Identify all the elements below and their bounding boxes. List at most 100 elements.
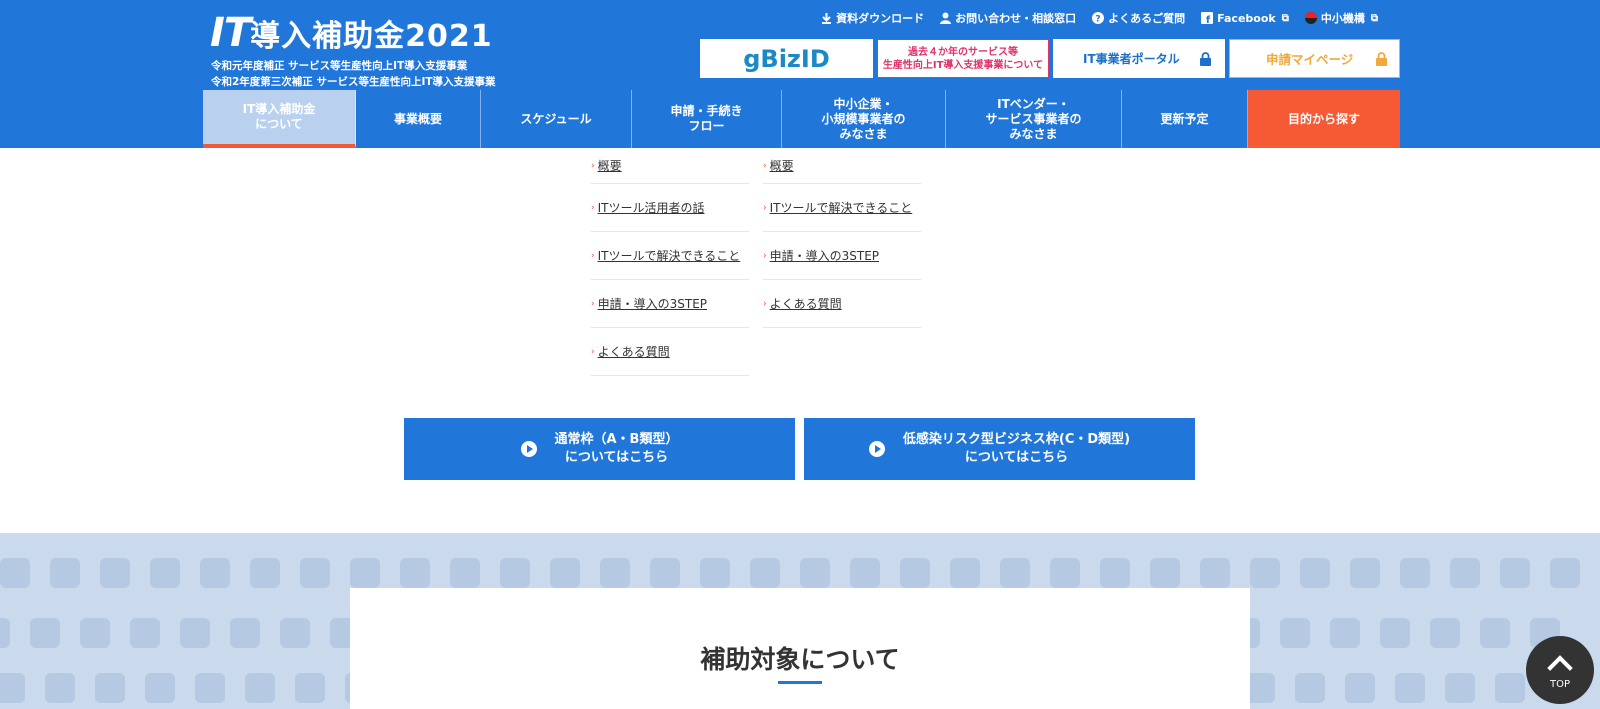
facebook-link[interactable]: f Facebook ⧉: [1201, 10, 1289, 26]
arrow-icon: ›: [591, 202, 595, 213]
past-banner-line1: 過去４か年のサービス等: [908, 46, 1018, 58]
nav-item-search-by-purpose[interactable]: 目的から探す: [1248, 90, 1400, 148]
title-underline: [778, 681, 822, 684]
arrow-icon: ›: [591, 250, 595, 261]
submenu-column-right: › 概要 › ITツールで解決できること › 申請・導入の3STEP › よくある質問: [763, 148, 921, 328]
pattern-tile-icon: [1100, 558, 1130, 588]
section-title: 補助対象について: [700, 645, 900, 674]
pattern-tile-icon: [50, 558, 80, 588]
pattern-tile-icon: [950, 558, 980, 588]
site-header: IT導入補助金2021 令和元年度補正 サービス等生産性向上IT導入支援事業 令…: [0, 0, 1600, 148]
pattern-tile-icon: [1350, 558, 1380, 588]
subsidy-target-section: 補助対象について: [350, 588, 1250, 709]
main-nav: IT導入補助金 について 事業概要 スケジュール 申請・手続き フロー 中小企業…: [203, 90, 1400, 148]
pattern-tile-icon: [195, 673, 225, 703]
past-projects-banner[interactable]: 過去４か年のサービス等 生産性向上IT導入支援事業について: [877, 39, 1049, 78]
pattern-tile-icon: [1450, 558, 1480, 588]
pattern-tile-icon: [1330, 618, 1360, 648]
play-circle-icon: [520, 441, 537, 457]
arrow-icon: ›: [591, 160, 595, 171]
nav-item-schedule[interactable]: スケジュール: [481, 90, 632, 148]
submenu-item[interactable]: › よくある質問: [591, 328, 749, 376]
lock-icon: [1376, 51, 1387, 66]
submenu-item[interactable]: › 申請・導入の3STEP: [763, 232, 921, 280]
external-link-icon: ⧉: [1370, 12, 1378, 24]
nav-item-overview[interactable]: 事業概要: [356, 90, 481, 148]
normal-frame-button-text: 通常枠（A・B類型） についてはこちら: [554, 432, 679, 465]
contact-link[interactable]: お問い合わせ・相談窓口: [940, 10, 1076, 26]
pattern-tile-icon: [150, 558, 180, 588]
low-risk-frame-button[interactable]: 低感染リスク型ビジネス枠(C・D類型) についてはこちら: [804, 418, 1195, 480]
pattern-tile-icon: [180, 618, 210, 648]
mypage-label: 申請マイページ: [1266, 52, 1354, 67]
pattern-tile-icon: [550, 558, 580, 588]
pattern-tile-icon: [900, 558, 930, 588]
pattern-tile-icon: [1300, 558, 1330, 588]
person-icon: [940, 12, 952, 24]
nav-item-application-flow[interactable]: 申請・手続き フロー: [632, 90, 782, 148]
nav-item-it-vendor[interactable]: ITベンダー・ サービス事業者の みなさま: [946, 90, 1122, 148]
pattern-tile-icon: [30, 618, 60, 648]
pattern-tile-icon: [450, 558, 480, 588]
vendor-portal-banner[interactable]: IT事業者ポータル: [1053, 39, 1225, 78]
application-mypage-banner[interactable]: 申請マイページ: [1229, 39, 1400, 78]
pattern-tile-icon: [0, 618, 10, 648]
submenu-item[interactable]: › 概要: [591, 148, 749, 184]
pattern-tile-icon: [1050, 558, 1080, 588]
pattern-tile-icon: [300, 558, 330, 588]
pattern-tile-icon: [230, 618, 260, 648]
pattern-tile-icon: [600, 558, 630, 588]
svg-text:f: f: [1206, 15, 1211, 24]
pattern-tile-icon: [1000, 558, 1030, 588]
faq-link[interactable]: ? よくあるご質問: [1092, 10, 1185, 26]
submenu-item[interactable]: › ITツール活用者の話: [591, 184, 749, 232]
pattern-tile-icon: [1430, 618, 1460, 648]
pattern-tile-icon: [0, 558, 30, 588]
svg-text:?: ?: [1096, 15, 1101, 25]
submenu-item[interactable]: › 概要: [763, 148, 921, 184]
nav-item-about[interactable]: IT導入補助金 について: [203, 90, 356, 148]
normal-frame-button[interactable]: 通常枠（A・B類型） についてはこちら: [404, 418, 795, 480]
pattern-tile-icon: [1495, 673, 1525, 703]
logo-subtitle-1: 令和元年度補正 サービス等生産性向上IT導入支援事業: [211, 60, 468, 72]
vendor-portal-label: IT事業者ポータル: [1083, 52, 1180, 66]
arrow-icon: ›: [763, 202, 767, 213]
pattern-tile-icon: [1345, 673, 1375, 703]
submenu-item[interactable]: › 申請・導入の3STEP: [591, 280, 749, 328]
pattern-tile-icon: [350, 558, 380, 588]
pattern-tile-icon: [1445, 673, 1475, 703]
site-logo[interactable]: IT導入補助金2021: [210, 10, 493, 56]
logo-title-text: 導入補助金2021: [250, 19, 493, 54]
pattern-tile-icon: [1250, 558, 1280, 588]
nav-item-updates[interactable]: 更新予定: [1122, 90, 1248, 148]
submenu-item[interactable]: › よくある質問: [763, 280, 921, 328]
logo-subtitle-2: 令和2年度第三次補正 サービス等生産性向上IT導入支援事業: [211, 76, 496, 88]
question-icon: ?: [1092, 12, 1105, 25]
pattern-tile-icon: [245, 673, 275, 703]
nav-item-sme[interactable]: 中小企業・ 小規模事業者の みなさま: [782, 90, 946, 148]
gbizid-banner[interactable]: gBizID: [700, 39, 873, 78]
smrj-logo-icon: [1304, 12, 1317, 24]
pattern-tile-icon: [1150, 558, 1180, 588]
arrow-icon: ›: [591, 346, 595, 357]
submenu-item[interactable]: › ITツールで解決できること: [591, 232, 749, 280]
arrow-icon: ›: [763, 160, 767, 171]
logo-it-text: IT: [210, 10, 251, 56]
chevron-up-icon: [1547, 654, 1573, 681]
pattern-tile-icon: [850, 558, 880, 588]
pattern-tile-icon: [45, 673, 75, 703]
download-link[interactable]: 資料ダウンロード: [821, 10, 924, 26]
smrj-link[interactable]: 中小機構 ⧉: [1304, 10, 1378, 26]
pattern-tile-icon: [145, 673, 175, 703]
arrow-icon: ›: [591, 298, 595, 309]
pattern-tile-icon: [295, 673, 325, 703]
pattern-tile-icon: [650, 558, 680, 588]
back-to-top-button[interactable]: TOP: [1526, 636, 1594, 704]
submenu-column-left: › 概要 › ITツール活用者の話 › ITツールで解決できること › 申請・導入の3S…: [591, 148, 749, 376]
pattern-tile-icon: [1400, 558, 1430, 588]
submenu-item[interactable]: › ITツールで解決できること: [763, 184, 921, 232]
pattern-tile-icon: [500, 558, 530, 588]
pattern-tile-icon: [1200, 558, 1230, 588]
pattern-tile-icon: [130, 618, 160, 648]
pattern-tile-icon: [95, 673, 125, 703]
